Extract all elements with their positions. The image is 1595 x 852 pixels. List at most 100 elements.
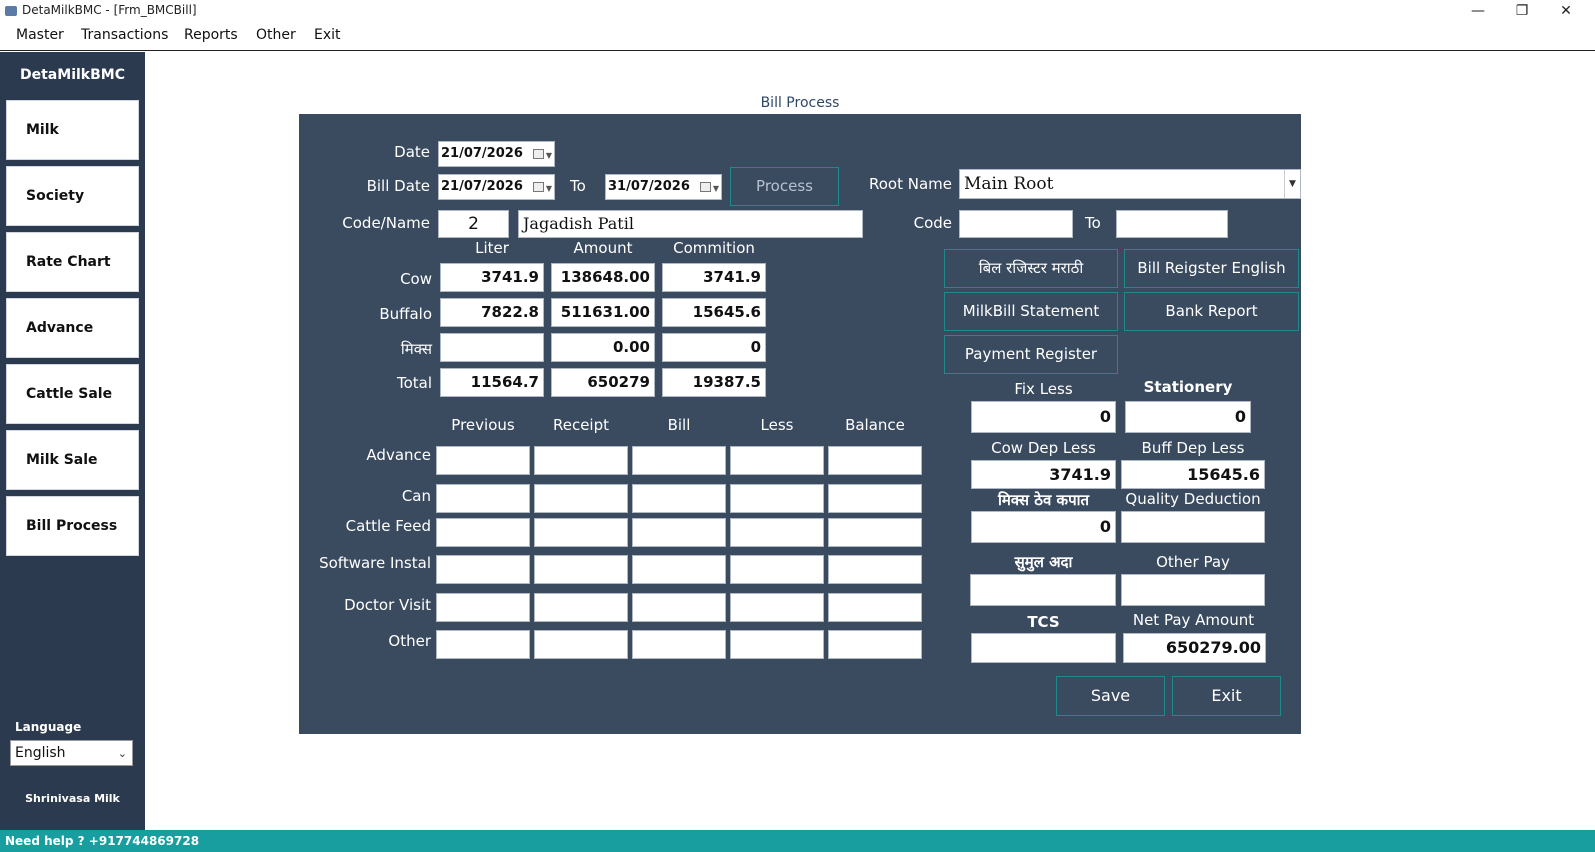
other-pay-input[interactable]	[1121, 574, 1265, 606]
member-name-input[interactable]: Jagadish Patil	[518, 210, 863, 238]
doctor-bill-field[interactable]	[632, 593, 726, 622]
bank-report-button[interactable]: Bank Report	[1124, 292, 1299, 331]
software-previous-field[interactable]	[436, 555, 530, 584]
help-status-bar: Need help ? +917744869728	[0, 830, 1595, 852]
menu-transactions[interactable]: Transactions	[81, 27, 168, 43]
stationery-input[interactable]: 0	[1125, 401, 1251, 433]
root-name-value: Main Root	[964, 174, 1054, 194]
process-button[interactable]: Process	[730, 167, 839, 206]
language-select[interactable]: English ⌄	[10, 740, 133, 766]
maximize-icon[interactable]: ❐	[1500, 0, 1544, 23]
cow-commition-field[interactable]: 3741.9	[662, 263, 766, 292]
can-less-field[interactable]	[730, 484, 824, 513]
bill-register-english-button[interactable]: Bill Reigster English	[1124, 249, 1299, 288]
quality-deduction-input[interactable]	[1121, 511, 1265, 543]
sumul-input[interactable]	[970, 574, 1116, 606]
buff-dep-less-input[interactable]: 15645.6	[1121, 460, 1265, 489]
nav-cattle-sale[interactable]: Cattle Sale	[6, 364, 139, 424]
row-software-instal-label: Software Instal	[319, 554, 431, 572]
total-liter-field[interactable]: 11564.7	[440, 368, 544, 397]
cow-amount-field[interactable]: 138648.00	[551, 263, 655, 292]
other-balance-field[interactable]	[828, 630, 922, 659]
cattle-feed-previous-field[interactable]	[436, 518, 530, 547]
bill-register-marathi-button[interactable]: बिल रजिस्टर मराठी	[944, 249, 1118, 288]
mix-liter-field[interactable]	[440, 333, 544, 362]
tcs-label: TCS	[1027, 613, 1060, 631]
milkbill-statement-button[interactable]: MilkBill Statement	[944, 292, 1118, 331]
cattle-feed-balance-field[interactable]	[828, 518, 922, 547]
payment-register-button[interactable]: Payment Register	[944, 335, 1118, 374]
menu-other[interactable]: Other	[256, 27, 296, 43]
close-icon[interactable]: ✕	[1544, 0, 1588, 23]
advance-balance-field[interactable]	[828, 446, 922, 475]
can-bill-field[interactable]	[632, 484, 726, 513]
title-bar: DetaMilkBMC - [Frm_BMCBill] — ❐ ✕	[0, 0, 1595, 23]
mix-commition-field[interactable]: 0	[662, 333, 766, 362]
buffalo-liter-field[interactable]: 7822.8	[440, 298, 544, 327]
advance-bill-field[interactable]	[632, 446, 726, 475]
can-previous-field[interactable]	[436, 484, 530, 513]
total-amount-field[interactable]: 650279	[551, 368, 655, 397]
minimize-icon[interactable]: —	[1456, 0, 1500, 23]
menu-master[interactable]: Master	[16, 27, 64, 43]
row-total-label: Total	[396, 374, 432, 392]
mix-deposit-input[interactable]: 0	[971, 511, 1116, 543]
buffalo-amount-field[interactable]: 511631.00	[551, 298, 655, 327]
other-less-field[interactable]	[730, 630, 824, 659]
date-label: Date	[394, 143, 430, 161]
doctor-receipt-field[interactable]	[534, 593, 628, 622]
quality-deduction-label: Quality Deduction	[1125, 490, 1261, 508]
software-less-field[interactable]	[730, 555, 824, 584]
mix-amount-field[interactable]: 0.00	[551, 333, 655, 362]
net-pay-amount-field[interactable]: 650279.00	[1123, 633, 1266, 663]
doctor-previous-field[interactable]	[436, 593, 530, 622]
fix-less-input[interactable]: 0	[971, 401, 1116, 433]
chevron-down-icon: ▼	[712, 184, 719, 193]
software-bill-field[interactable]	[632, 555, 726, 584]
cow-dep-less-input[interactable]: 3741.9	[971, 460, 1116, 489]
chevron-down-icon[interactable]: ▼	[1284, 170, 1300, 198]
nav-rate-chart[interactable]: Rate Chart	[6, 232, 139, 292]
total-commition-field[interactable]: 19387.5	[662, 368, 766, 397]
doctor-balance-field[interactable]	[828, 593, 922, 622]
code-from-input[interactable]	[959, 210, 1073, 238]
code-to-input[interactable]	[1116, 210, 1228, 238]
bill-date-from-picker[interactable]: 21/07/2026 ▼	[438, 174, 555, 200]
nav-milk-sale[interactable]: Milk Sale	[6, 430, 139, 490]
root-name-select[interactable]: Main Root ▼	[959, 169, 1301, 199]
member-code-input[interactable]: 2	[438, 210, 509, 238]
software-receipt-field[interactable]	[534, 555, 628, 584]
can-receipt-field[interactable]	[534, 484, 628, 513]
advance-receipt-field[interactable]	[534, 446, 628, 475]
chevron-down-icon: ⌄	[117, 747, 127, 760]
advance-less-field[interactable]	[730, 446, 824, 475]
other-receipt-field[interactable]	[534, 630, 628, 659]
advance-previous-field[interactable]	[436, 446, 530, 475]
exit-button[interactable]: Exit	[1172, 676, 1281, 716]
nav-bill-process[interactable]: Bill Process	[6, 496, 139, 556]
nav-advance[interactable]: Advance	[6, 298, 139, 358]
chevron-down-icon: ▼	[545, 184, 552, 193]
software-balance-field[interactable]	[828, 555, 922, 584]
menu-exit[interactable]: Exit	[314, 27, 341, 43]
cattle-feed-receipt-field[interactable]	[534, 518, 628, 547]
nav-society[interactable]: Society	[6, 166, 139, 226]
row-doctor-visit-label: Doctor Visit	[344, 596, 431, 614]
col-balance-header: Balance	[845, 416, 905, 434]
cattle-feed-bill-field[interactable]	[632, 518, 726, 547]
tcs-input[interactable]	[971, 633, 1116, 663]
cow-liter-field[interactable]: 3741.9	[440, 263, 544, 292]
nav-milk-collection[interactable]: Milk Collection	[6, 100, 139, 196]
language-value: English	[15, 745, 66, 761]
buffalo-commition-field[interactable]: 15645.6	[662, 298, 766, 327]
bill-date-to-picker[interactable]: 31/07/2026 ▼	[605, 174, 722, 200]
save-button[interactable]: Save	[1056, 676, 1165, 716]
cattle-feed-less-field[interactable]	[730, 518, 824, 547]
doctor-less-field[interactable]	[730, 593, 824, 622]
other-bill-field[interactable]	[632, 630, 726, 659]
can-balance-field[interactable]	[828, 484, 922, 513]
buff-dep-less-label: Buff Dep Less	[1141, 439, 1245, 457]
other-previous-field[interactable]	[436, 630, 530, 659]
date-picker[interactable]: 21/07/2026 ▼	[438, 141, 555, 167]
menu-reports[interactable]: Reports	[184, 27, 238, 43]
